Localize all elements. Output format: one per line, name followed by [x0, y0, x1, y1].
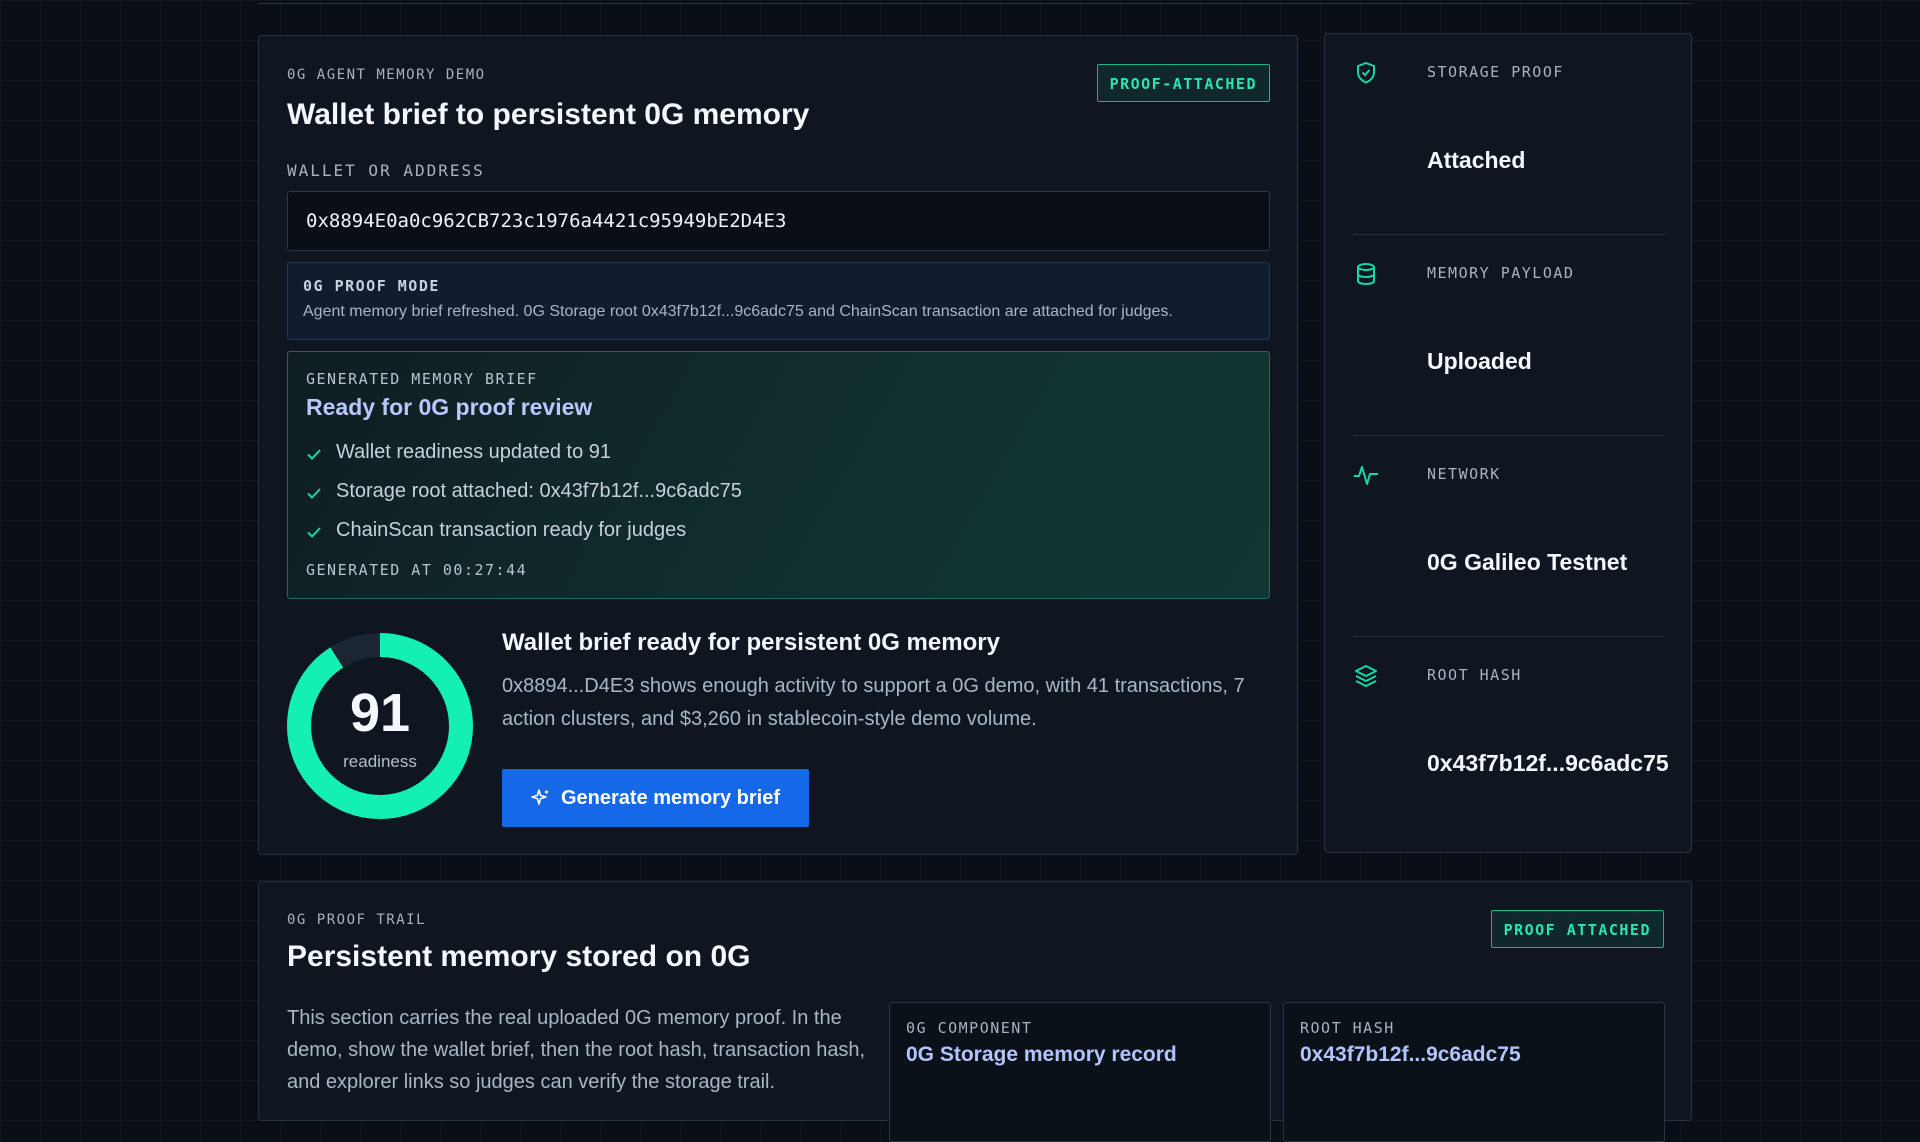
root-hash-card: ROOT HASH 0x43f7b12f...9c6adc75: [1283, 1002, 1665, 1142]
proof-status-panel: STORAGE PROOF Attached MEMORY PAYLOAD Up…: [1324, 33, 1692, 853]
brief-item: Storage root attached: 0x43f7b12f...9c6a…: [336, 480, 742, 502]
status-value: 0x43f7b12f...9c6adc75: [1427, 750, 1669, 776]
status-label: MEMORY PAYLOAD: [1427, 264, 1575, 282]
panel-title: Wallet brief to persistent 0G memory: [287, 98, 810, 131]
brief-eyebrow: GENERATED MEMORY BRIEF: [306, 370, 538, 388]
panel-eyebrow: 0G AGENT MEMORY DEMO: [287, 67, 486, 83]
status-row-memory-payload: MEMORY PAYLOAD Uploaded: [1353, 235, 1665, 436]
generate-memory-brief-button[interactable]: Generate memory brief: [502, 769, 809, 827]
check-icon: [307, 488, 321, 499]
og-component-card: 0G COMPONENT 0G Storage memory record: [889, 1002, 1271, 1142]
proof-mode-notice: 0G PROOF MODE Agent memory brief refresh…: [287, 262, 1270, 340]
proof-attached-badge: PROOF-ATTACHED: [1096, 64, 1270, 102]
brief-title: Ready for 0G proof review: [306, 394, 593, 420]
status-value: Uploaded: [1427, 348, 1532, 374]
status-row-network: NETWORK 0G Galileo Testnet: [1353, 436, 1665, 637]
status-label: NETWORK: [1427, 465, 1501, 483]
proof-trail-panel: 0G PROOF TRAIL PROOF ATTACHED Persistent…: [258, 881, 1692, 1142]
readiness-label: readiness: [343, 752, 417, 771]
proof-mode-text: Agent memory brief refreshed. 0G Storage…: [303, 303, 1173, 320]
status-row-root-hash: ROOT HASH 0x43f7b12f...9c6adc75: [1353, 637, 1669, 837]
proof-attached-badge: PROOF ATTACHED: [1490, 910, 1664, 948]
status-value: 0G Galileo Testnet: [1427, 549, 1628, 575]
generated-memory-brief: GENERATED MEMORY BRIEF Ready for 0G proo…: [287, 351, 1270, 599]
trail-eyebrow: 0G PROOF TRAIL: [287, 912, 427, 928]
layers-icon: [1355, 665, 1377, 687]
card-value: 0G Storage memory record: [906, 1043, 1177, 1066]
trail-title: Persistent memory stored on 0G: [287, 940, 751, 973]
check-icon: [307, 449, 321, 460]
card-label: 0G COMPONENT: [906, 1019, 1033, 1037]
status-value: Attached: [1427, 147, 1526, 173]
status-label: ROOT HASH: [1427, 666, 1522, 684]
activity-icon: [1354, 466, 1378, 485]
status-label: STORAGE PROOF: [1427, 63, 1564, 81]
database-icon: [1357, 263, 1375, 286]
wallet-label: WALLET OR ADDRESS: [287, 161, 485, 180]
generate-button-label: Generate memory brief: [561, 786, 780, 809]
sparkle-icon: [531, 789, 549, 805]
card-label: ROOT HASH: [1300, 1019, 1395, 1037]
brief-item: ChainScan transaction ready for judges: [336, 519, 687, 541]
generated-at: GENERATED AT 00:27:44: [306, 561, 528, 579]
trail-description: This section carries the real uploaded 0…: [287, 1007, 866, 1093]
memory-demo-panel: 0G AGENT MEMORY DEMO PROOF-ATTACHED Wall…: [258, 35, 1298, 855]
status-row-storage-proof: STORAGE PROOF Attached: [1353, 34, 1665, 235]
brief-item: Wallet readiness updated to 91: [336, 441, 611, 463]
proof-mode-label: 0G PROOF MODE: [303, 277, 440, 295]
top-divider: [258, 0, 1692, 4]
shield-check-icon: [1357, 62, 1375, 84]
check-icon: [307, 527, 321, 538]
readiness-score: 91: [349, 683, 411, 743]
readiness-headline: Wallet brief ready for persistent 0G mem…: [502, 629, 1000, 656]
card-value: 0x43f7b12f...9c6adc75: [1300, 1043, 1521, 1066]
wallet-address-input[interactable]: 0x8894E0a0c962CB723c1976a4421c95949bE2D4…: [287, 191, 1270, 251]
readiness-description: 0x8894...D4E3 shows enough activity to s…: [502, 675, 1245, 730]
